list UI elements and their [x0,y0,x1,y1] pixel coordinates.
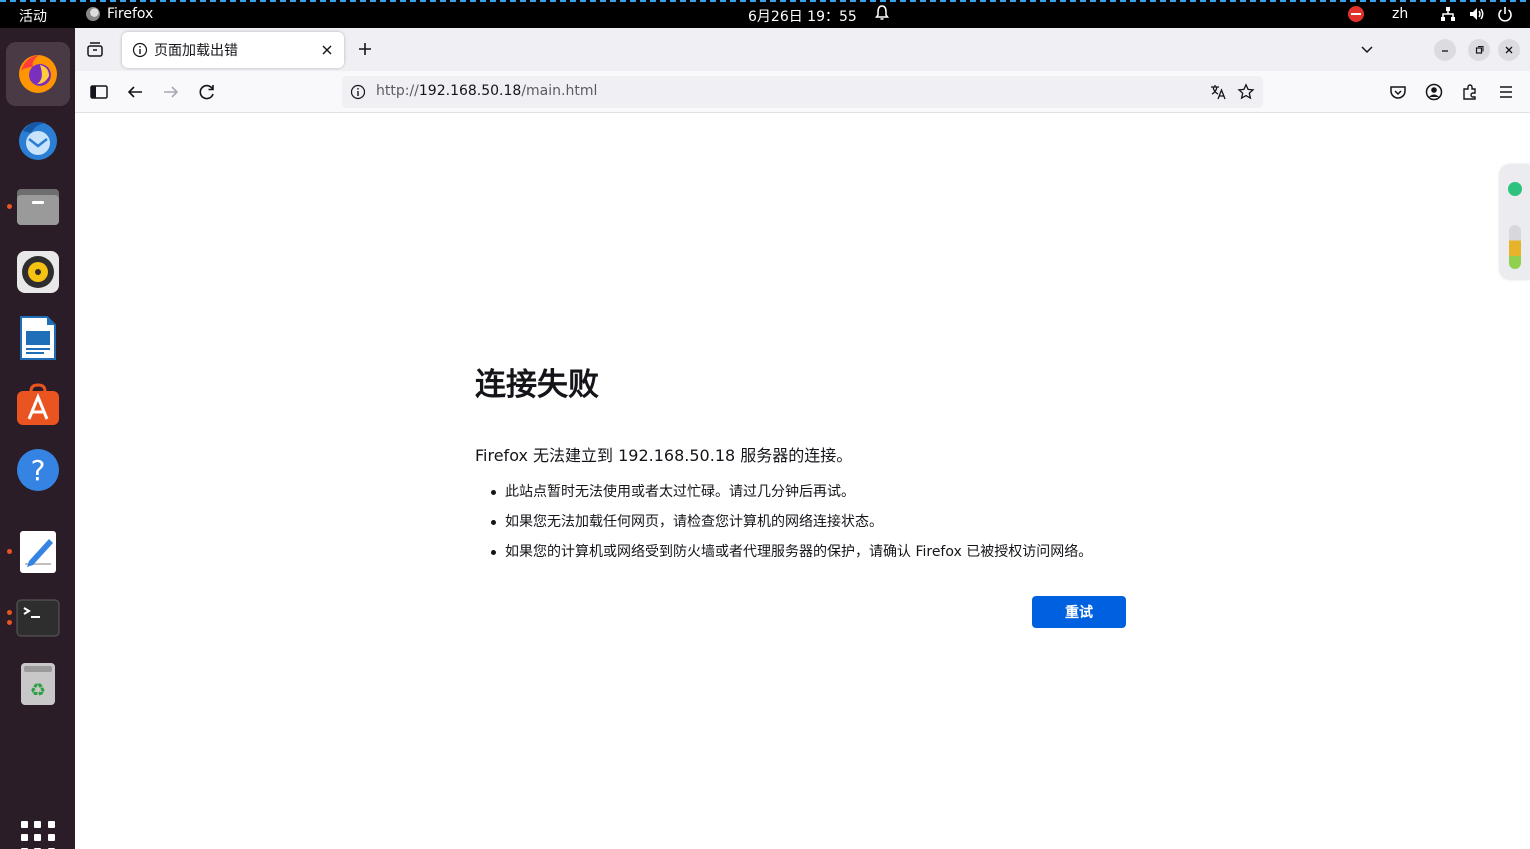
menu-icon[interactable] [1495,81,1517,103]
page-content: 连接失败 Firefox 无法建立到 192.168.50.18 服务器的连接。… [75,114,1530,849]
firefox-view-icon[interactable] [85,40,105,60]
power-icon[interactable] [1496,5,1514,23]
minimize-icon [1442,50,1448,52]
url-text[interactable]: http://192.168.50.18/main.html [376,83,597,99]
error-lead: Firefox 无法建立到 192.168.50.18 服务器的连接。 [475,446,853,465]
dock-rhythmbox[interactable] [6,240,70,304]
error-panel: 连接失败 Firefox 无法建立到 192.168.50.18 服务器的连接。… [475,359,1135,574]
help-icon: ? [17,449,59,491]
sidebar-toggle-icon[interactable] [88,81,110,103]
clock[interactable]: 6月26日 19：55 [748,6,857,26]
restore-icon [1475,46,1484,54]
site-info-icon[interactable] [350,84,366,100]
restore-button[interactable] [1468,39,1490,61]
extensions-icon[interactable] [1459,81,1481,103]
info-icon [132,42,148,58]
app-menu[interactable]: Firefox [86,6,153,22]
tab-bar: 页面加载出错 [75,28,1530,71]
firefox-small-icon [86,7,100,21]
new-tab-icon[interactable] [355,39,375,59]
dock-app-center[interactable] [6,372,70,436]
minimize-button[interactable] [1434,39,1456,61]
svg-text:♻: ♻ [30,680,46,701]
show-apps-button[interactable] [21,821,55,849]
dock-text-editor[interactable] [6,520,70,584]
volume-icon[interactable] [1468,5,1486,23]
status-dot-icon [1508,182,1522,196]
reload-icon[interactable] [196,81,218,103]
app-name: Firefox [107,6,154,22]
focus-border [0,0,1530,2]
dock: ? ♻ [0,28,75,849]
list-all-tabs-icon[interactable] [1358,40,1376,58]
dock-trash[interactable]: ♻ [6,652,70,716]
error-title: 连接失败 [475,367,599,403]
list-item: 如果您无法加载任何网页，请检查您计算机的网络连接状态。 [491,514,1135,530]
close-tab-icon[interactable] [318,41,336,59]
bookmark-star-icon[interactable] [1237,83,1255,101]
firefox-icon [19,55,57,93]
dock-terminal[interactable] [6,586,70,650]
activities-button[interactable]: 活动 [19,6,47,26]
dock-help[interactable]: ? [6,438,70,502]
terminal-icon [16,599,60,637]
close-window-button[interactable] [1498,39,1520,61]
dock-files[interactable] [6,174,70,238]
list-item: 如果您的计算机或网络受到防火墙或者代理服务器的保护，请确认 Firefox 已被… [491,544,1135,560]
url-path: /main.html [521,83,598,99]
notification-bell-icon[interactable] [873,4,891,22]
pocket-icon[interactable] [1387,81,1409,103]
translate-icon[interactable] [1209,83,1227,101]
url-host: 192.168.50.18 [418,83,522,99]
writer-icon [20,316,56,360]
tab-title: 页面加载出错 [154,43,238,59]
close-icon [1505,46,1513,54]
input-language[interactable]: zh [1392,6,1408,22]
error-suggestions: 此站点暂时无法使用或者太过忙碌。请过几分钟后再试。 如果您无法加载任何网页，请检… [491,484,1135,560]
dock-thunderbird[interactable] [6,108,70,172]
account-icon[interactable] [1423,81,1445,103]
svg-text:?: ? [31,454,46,487]
forward-arrow-icon[interactable] [160,81,182,103]
top-bar: 活动 Firefox 6月26日 19：55 zh [0,0,1530,28]
back-arrow-icon[interactable] [124,81,146,103]
level-meter-icon [1509,225,1521,269]
url-bar[interactable]: http://192.168.50.18/main.html [342,76,1263,108]
do-not-disturb-icon[interactable] [1348,6,1364,22]
network-icon[interactable] [1439,5,1457,23]
files-icon [17,189,59,225]
thunderbird-icon [19,122,57,160]
url-scheme: http:// [376,83,419,99]
rhythmbox-icon [17,251,59,293]
retry-button[interactable]: 重试 [1032,596,1126,628]
dock-libreoffice-writer[interactable] [6,306,70,370]
side-widget[interactable] [1500,165,1530,279]
trash-icon: ♻ [21,663,55,705]
text-editor-icon [20,531,56,573]
dock-firefox[interactable] [6,42,70,106]
navigation-toolbar: http://192.168.50.18/main.html [75,71,1530,113]
list-item: 此站点暂时无法使用或者太过忙碌。请过几分钟后再试。 [491,484,1135,500]
app-center-icon [17,383,59,425]
tab-active[interactable]: 页面加载出错 [122,32,344,68]
